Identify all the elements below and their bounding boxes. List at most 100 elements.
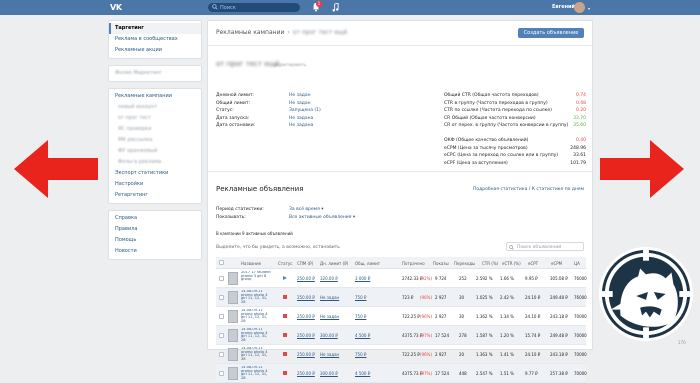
cell-day[interactable]: Не задан <box>320 295 339 300</box>
param-value[interactable]: Не задан <box>289 101 311 106</box>
sidebar-link-support[interactable]: Помощь <box>109 235 201 246</box>
cell-total[interactable]: 750 ₽ <box>355 314 366 319</box>
table-row[interactable]: 14.08.09.11 promo photo 4 girl 11, 12, 3… <box>216 326 587 345</box>
ad-name[interactable]: 14.08.09.11 promo photo 4 girl 11, 12, 3… <box>241 366 271 381</box>
col-name[interactable]: Название <box>241 261 261 266</box>
col-ectr[interactable]: eCTR (%) <box>502 261 521 266</box>
row-checkbox[interactable] <box>219 276 224 281</box>
cell-day[interactable]: 300.00 ₽ <box>320 333 338 338</box>
sidebar-item-targeting[interactable]: Таргетинг <box>109 23 201 34</box>
table-row[interactable]: 14.08.09.11 promo photo 4 girl 11, 12, 3… <box>216 345 587 364</box>
col-ecpm[interactable]: eCPM <box>551 261 562 266</box>
cell-shows: 9 724 <box>435 276 447 281</box>
col-total-limit[interactable]: Общ. лимит <box>355 261 380 266</box>
col-spent[interactable]: Потрачено <box>402 261 425 266</box>
col-status[interactable]: Статус <box>278 261 292 266</box>
cell-day[interactable]: 300.00 ₽ <box>320 371 338 376</box>
sidebar-item-campaign[interactable]: ФУ оранжевый <box>109 146 201 157</box>
ad-name[interactable]: 14.08.09.11 promo photo 4 girl 11, 12, 3… <box>241 290 271 305</box>
ad-name[interactable]: 14.08.09.11 promo photo 4 girl 11, 12, 3… <box>241 347 271 362</box>
show-dropdown[interactable]: Все активные объявления ▾ <box>289 215 355 220</box>
sidebar-item-campaign[interactable]: новый аккаунт <box>109 102 201 113</box>
breadcrumb-root[interactable]: Рекламные кампании <box>216 29 284 36</box>
ad-search-input[interactable]: Поиск объявлений <box>506 242 584 251</box>
ad-name[interactable]: 14.08.09.11 promo photo 4 girl 11, 12, 3… <box>241 328 271 343</box>
col-ecpt[interactable]: eCPT <box>528 261 538 266</box>
create-ad-button[interactable]: Создать объявление <box>518 28 584 38</box>
stop-icon[interactable] <box>283 314 287 318</box>
sidebar-item-account[interactable]: Фолио Маркетинг <box>109 68 201 79</box>
cell-total[interactable]: 4 500 ₽ <box>355 333 370 338</box>
ad-thumbnail[interactable] <box>228 329 238 342</box>
user-name[interactable]: Евгений <box>552 4 575 10</box>
daily-stats-link[interactable]: К статистике по дням <box>532 187 584 192</box>
sidebar-item-retargeting[interactable]: Ретаргетинг <box>109 190 201 201</box>
col-cpm[interactable]: СПМ (₽) <box>297 261 313 266</box>
sidebar-item-export[interactable]: Экспорт статистики <box>109 168 201 179</box>
sidebar-item-campaign[interactable]: МК рассылка <box>109 135 201 146</box>
cell-total[interactable]: 4 500 ₽ <box>355 371 370 376</box>
cell-day[interactable]: Не задан <box>320 314 339 319</box>
play-icon[interactable] <box>283 276 287 280</box>
cell-cpm[interactable]: 250.00 ₽ <box>297 371 315 376</box>
row-checkbox[interactable] <box>219 333 224 338</box>
col-clicks[interactable]: Переходы <box>454 261 475 266</box>
avatar[interactable] <box>574 2 585 13</box>
period-dropdown[interactable]: За всё время ▾ <box>289 207 323 212</box>
sidebar-item-community-ads[interactable]: Реклама в сообществах <box>109 34 201 45</box>
sidebar-item-settings[interactable]: Настройки <box>109 179 201 190</box>
stop-icon[interactable] <box>283 295 287 299</box>
col-shows[interactable]: Показы <box>433 261 449 266</box>
row-checkbox[interactable] <box>219 314 224 319</box>
param-value[interactable]: Не задан <box>289 93 311 98</box>
row-checkbox[interactable] <box>219 371 224 376</box>
ad-thumbnail[interactable] <box>228 272 238 285</box>
stop-icon[interactable] <box>283 352 287 356</box>
param-value[interactable]: Запущена (1) <box>289 108 321 113</box>
chevron-down-icon[interactable]: ▾ <box>588 6 590 11</box>
sidebar-item-campaign[interactable]: ЯС проверка <box>109 124 201 135</box>
col-day-limit[interactable]: Дн. лимит (₽) <box>320 261 348 266</box>
sidebar-item-campaign[interactable]: Фольга реклама <box>109 157 201 168</box>
col-audience[interactable]: ЦА <box>574 261 580 266</box>
music-icon[interactable] <box>332 3 339 12</box>
sidebar-link-rules[interactable]: Правила <box>109 224 201 235</box>
cell-cpm[interactable]: 250.00 ₽ <box>297 295 315 300</box>
sidebar-item-campaign[interactable]: от прог тест <box>109 113 201 124</box>
table-row[interactable]: 2017 17 student promo 3 girl 8 group 250.… <box>216 269 587 288</box>
sidebar-item-promos[interactable]: Рекламные акции <box>109 45 201 56</box>
cell-cpm[interactable]: 250.00 ₽ <box>297 314 315 319</box>
sidebar-item-campaigns[interactable]: Рекламные кампании <box>109 91 201 102</box>
row-checkbox[interactable] <box>219 295 224 300</box>
ad-name[interactable]: 2017 17 student promo 3 girl 8 group <box>241 271 271 286</box>
select-all-checkbox[interactable] <box>219 260 224 265</box>
edit-campaign-link[interactable]: редактировать <box>274 62 306 67</box>
ad-thumbnail[interactable] <box>228 310 238 323</box>
cell-cpm[interactable]: 250.00 ₽ <box>297 276 315 281</box>
ad-thumbnail[interactable] <box>228 291 238 304</box>
cell-ectr: 1.51 % <box>500 371 514 376</box>
stop-icon[interactable] <box>283 371 287 375</box>
search-input[interactable]: Поиск <box>208 3 300 12</box>
vk-logo[interactable]: VK <box>110 3 122 12</box>
cell-cpm[interactable]: 250.00 ₽ <box>297 333 315 338</box>
cell-cpm[interactable]: 250.00 ₽ <box>297 352 315 357</box>
sidebar-link-news[interactable]: Новости <box>109 246 201 257</box>
param-value[interactable]: Не задана <box>289 123 313 128</box>
cell-total[interactable]: 750 ₽ <box>355 295 366 300</box>
cell-total[interactable]: 3 000 ₽ <box>355 276 370 281</box>
sidebar-link-help[interactable]: Справка <box>109 213 201 224</box>
stop-icon[interactable] <box>283 333 287 337</box>
param-value[interactable]: Не задана <box>289 116 313 121</box>
ad-name[interactable]: 14.08.09.11 promo photo 4 girl 11, 12, 3… <box>241 309 271 324</box>
table-row[interactable]: 14.08.09.11 promo photo 4 girl 11, 12, 3… <box>216 288 587 307</box>
ad-thumbnail[interactable] <box>228 367 238 380</box>
detailed-stats-link[interactable]: Подробная статистика <box>473 187 527 192</box>
table-row[interactable]: 14.08.09.11 promo photo 4 girl 11, 12, 3… <box>216 307 587 326</box>
row-checkbox[interactable] <box>219 352 224 357</box>
cell-total[interactable]: 750 ₽ <box>355 352 366 357</box>
col-ctr[interactable]: CTR (%) <box>482 261 498 266</box>
cell-day[interactable]: 320.00 ₽ <box>320 276 338 281</box>
table-row[interactable]: 14.08.09.11 promo photo 4 girl 11, 12, 3… <box>216 364 587 383</box>
cell-day[interactable]: Не задан <box>320 352 339 357</box>
